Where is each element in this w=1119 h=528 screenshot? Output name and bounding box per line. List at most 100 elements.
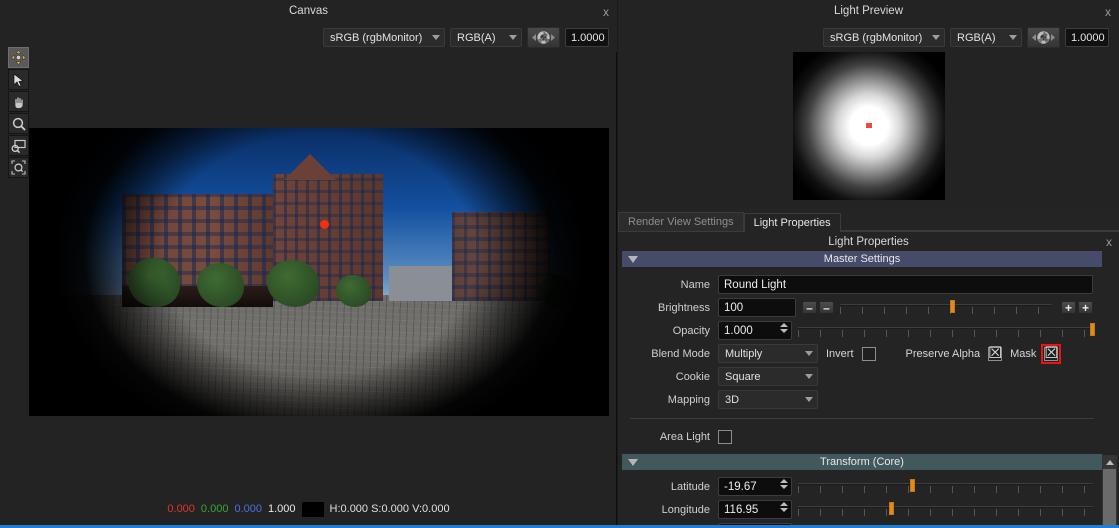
zoom-fit-tool[interactable]	[8, 157, 29, 178]
label-area-light: Area Light	[659, 430, 710, 443]
section-master-label: Master Settings	[823, 253, 901, 265]
slider-handle[interactable]	[910, 479, 916, 492]
label-name: Name	[680, 278, 710, 291]
status-blue-value: 0.000	[234, 503, 262, 515]
light-center-marker[interactable]	[866, 123, 872, 128]
brightness-slider[interactable]	[840, 298, 1052, 317]
row-name: Name Round Light	[622, 273, 1102, 296]
properties-close-icon[interactable]: x	[1106, 236, 1112, 248]
canvas-colorspace-select[interactable]: sRGB (rgbMonitor)	[323, 28, 445, 47]
properties-header: Light Properties x	[618, 233, 1119, 251]
cookie-select[interactable]: Square	[718, 367, 818, 386]
name-input[interactable]: Round Light	[718, 275, 1093, 294]
preview-toolbar: sRGB (rgbMonitor) RGB(A) 1.0000	[618, 23, 1119, 52]
latitude-stepper[interactable]	[780, 479, 788, 489]
slider-handle[interactable]	[1090, 323, 1096, 336]
row-blend-mode: Blend Mode Multiply Invert Preserve Alph…	[622, 342, 1102, 365]
scroll-up-button[interactable]	[1103, 456, 1116, 469]
longitude-input[interactable]: 116.95	[718, 500, 792, 519]
preview-colorspace-select[interactable]: sRGB (rgbMonitor)	[823, 28, 945, 47]
row-mapping: Mapping 3D	[622, 388, 1102, 411]
brightness-input[interactable]: 100	[718, 298, 796, 317]
mapping-select[interactable]: 3D	[718, 390, 818, 409]
canvas-aperture-icon[interactable]	[527, 27, 560, 48]
properties-scrollbar[interactable]	[1102, 455, 1117, 528]
slider-ticks	[840, 307, 1052, 314]
tree	[127, 257, 180, 307]
slider-handle[interactable]	[889, 502, 895, 515]
opacity-slider[interactable]	[798, 321, 1096, 340]
canvas-channel-select[interactable]: RGB(A)	[450, 28, 522, 47]
tree	[336, 274, 372, 307]
opacity-input[interactable]: 1.000	[718, 321, 792, 340]
chevron-down-icon	[805, 351, 813, 356]
building-gable	[284, 153, 337, 180]
canvas-titlebar: Canvas x	[0, 0, 617, 23]
select-tool[interactable]	[8, 69, 29, 90]
preview-aperture-icon[interactable]	[1027, 27, 1060, 48]
mask-checkbox[interactable]	[1041, 343, 1062, 364]
longitude-slider[interactable]	[798, 500, 1093, 519]
preview-colorspace-value: sRGB (rgbMonitor)	[830, 31, 923, 44]
canvas-exposure-value: 1.0000	[571, 31, 605, 44]
row-opacity: Opacity 1.000	[622, 319, 1102, 342]
chevron-down-icon	[509, 35, 517, 40]
blend-mode-select[interactable]: Multiply	[718, 344, 818, 363]
latitude-input[interactable]: -19.67	[718, 477, 792, 496]
tab-light-properties[interactable]: Light Properties	[743, 213, 841, 232]
section-transform-core[interactable]: Transform (Core)	[622, 454, 1102, 470]
brightness-increment-button[interactable]: +	[1061, 301, 1076, 314]
light-preview-viewport[interactable]	[793, 52, 945, 200]
section-master-settings[interactable]: Master Settings	[622, 251, 1102, 267]
opacity-value: 1.000	[724, 324, 753, 337]
slider-handle[interactable]	[950, 300, 956, 313]
preview-exposure-field[interactable]: 1.0000	[1065, 28, 1109, 47]
label-mapping: Mapping	[667, 393, 710, 406]
status-color-swatch	[301, 501, 324, 517]
cookie-value: Square	[725, 370, 761, 383]
longitude-stepper[interactable]	[780, 502, 788, 512]
brightness-decrement-button[interactable]: –	[819, 301, 834, 314]
label-cookie: Cookie	[675, 370, 710, 383]
label-latitude: Latitude	[670, 480, 710, 493]
area-light-checkbox[interactable]	[718, 429, 732, 444]
name-input-value: Round Light	[724, 278, 787, 291]
preview-close-icon[interactable]: x	[1105, 6, 1111, 18]
properties-tabstrip: Render View Settings Light Properties	[618, 212, 1119, 232]
pan-tool[interactable]	[8, 91, 29, 112]
brightness-decrement-large-button[interactable]: –	[802, 301, 817, 314]
canvas-viewport[interactable]	[29, 128, 609, 416]
chevron-down-icon	[805, 374, 813, 379]
latitude-slider[interactable]	[798, 477, 1093, 496]
preview-title: Light Preview	[833, 5, 904, 17]
label-longitude: Longitude	[661, 503, 710, 516]
label-invert: Invert	[826, 347, 854, 360]
preview-channel-select[interactable]: RGB(A)	[950, 28, 1022, 47]
scrollbar-thumb[interactable]	[1103, 469, 1116, 528]
zoom-region-tool[interactable]	[8, 135, 29, 156]
label-opacity: Opacity	[672, 324, 710, 337]
mapping-value: 3D	[725, 393, 740, 406]
canvas-title: Canvas	[289, 5, 328, 17]
move-tool[interactable]	[8, 47, 29, 68]
brightness-increment-large-button[interactable]: +	[1078, 301, 1093, 314]
status-alpha-value: 1.000	[267, 503, 296, 515]
zoom-tool[interactable]	[8, 113, 29, 134]
section-transform-label: Transform (Core)	[820, 456, 904, 468]
slider-track	[798, 483, 1093, 485]
slider-track	[798, 327, 1093, 329]
status-green-value: 0.000	[200, 503, 229, 515]
tree	[539, 274, 575, 307]
canvas-close-icon[interactable]: x	[603, 6, 609, 18]
canvas-exposure-field[interactable]: 1.0000	[565, 28, 609, 47]
section-divider	[630, 418, 1094, 419]
chevron-down-icon	[1009, 35, 1017, 40]
preserve-alpha-checkbox[interactable]	[988, 346, 1003, 361]
opacity-stepper[interactable]	[780, 323, 788, 333]
canvas-tool-palette	[8, 47, 29, 179]
tab-render-view-settings[interactable]: Render View Settings	[618, 212, 744, 231]
slider-ticks	[798, 330, 1093, 337]
properties-body: Master Settings Name Round Light Brightn…	[622, 251, 1102, 528]
row-brightness: Brightness 100 – – + +	[622, 296, 1102, 319]
invert-checkbox[interactable]	[861, 346, 876, 361]
